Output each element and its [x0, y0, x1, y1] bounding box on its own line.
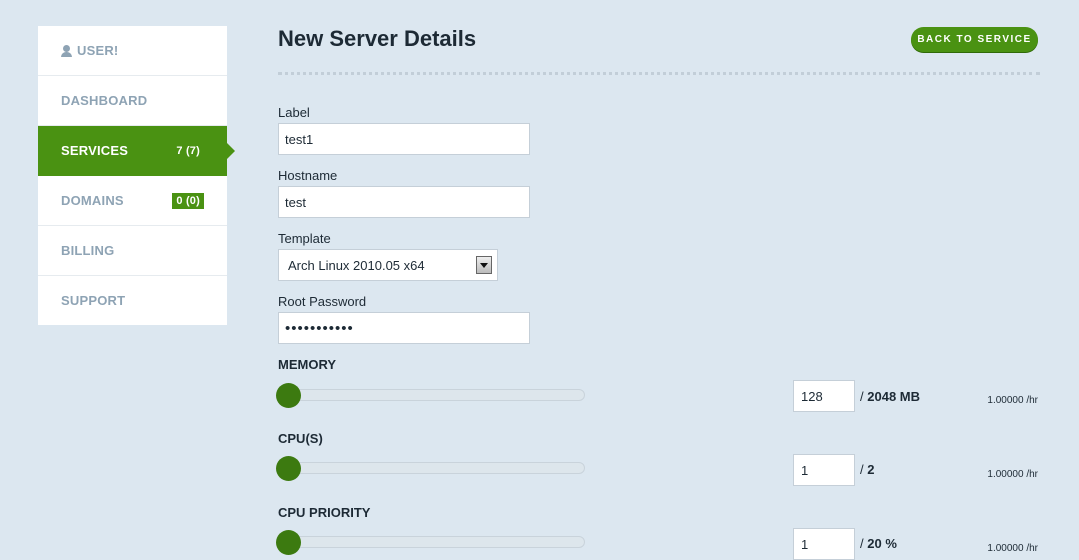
cpus-slider[interactable] — [276, 456, 585, 481]
memory-input[interactable]: 128 — [793, 380, 855, 412]
memory-rate: 1.00000 /hr — [987, 395, 1038, 406]
root-password-field-label: Root Password — [278, 294, 367, 309]
cpus-max-separator: / — [860, 462, 864, 477]
cpu-priority-slider[interactable] — [276, 530, 585, 555]
chevron-down-icon[interactable] — [476, 256, 492, 274]
sidebar-item-billing[interactable]: BILLING — [38, 226, 227, 276]
cpu-priority-title: CPU PRIORITY — [278, 505, 371, 520]
sidebar-item-support[interactable]: SUPPORT — [38, 276, 227, 325]
cpus-max-value: 2 — [867, 462, 875, 477]
sidebar-item-domains[interactable]: DOMAINS 0 (0) — [38, 176, 227, 226]
sidebar-item-label: DOMAINS — [61, 193, 124, 208]
sidebar-item-services[interactable]: SERVICES 7 (7) — [38, 126, 235, 176]
user-label: USER! — [61, 43, 118, 58]
cpu-priority-max: / 20 % — [860, 536, 897, 551]
label-input[interactable]: test1 — [278, 123, 530, 155]
cpus-max: / 2 — [860, 462, 874, 477]
sidebar-item-user[interactable]: USER! — [38, 26, 227, 76]
memory-title: MEMORY — [278, 357, 337, 372]
template-selected-value: Arch Linux 2010.05 x64 — [288, 257, 425, 273]
cpu-priority-input[interactable]: 1 — [793, 528, 855, 560]
back-to-service-button[interactable]: BACK TO SERVICE — [911, 27, 1038, 52]
memory-slider-handle[interactable] — [276, 383, 301, 408]
template-select[interactable]: Arch Linux 2010.05 x64 — [278, 249, 498, 281]
hostname-input[interactable]: test — [278, 186, 530, 218]
divider — [278, 72, 1040, 75]
cpus-rate: 1.00000 /hr — [987, 469, 1038, 480]
cpus-title: CPU(S) — [278, 431, 323, 446]
cpu-priority-max-separator: / — [860, 536, 864, 551]
memory-slider[interactable] — [276, 383, 585, 408]
hostname-field-label: Hostname — [278, 168, 338, 183]
label-field-label: Label — [278, 105, 310, 120]
sidebar: USER! DASHBOARD SERVICES 7 (7) DOMAINS 0… — [38, 26, 235, 325]
memory-max: / 2048 MB — [860, 389, 920, 404]
sidebar-item-label: SERVICES — [61, 143, 129, 158]
user-icon — [61, 44, 72, 57]
cpu-priority-slider-handle[interactable] — [276, 530, 301, 555]
domains-count-badge: 0 (0) — [172, 192, 204, 209]
sidebar-item-label: BILLING — [61, 243, 115, 258]
sidebar-item-label: DASHBOARD — [61, 93, 148, 108]
services-count-badge: 7 (7) — [176, 144, 200, 157]
page-title: New Server Details — [278, 26, 477, 51]
sidebar-item-label: USER! — [77, 43, 119, 58]
sidebar-item-label: SUPPORT — [61, 293, 126, 308]
template-field-label: Template — [278, 231, 331, 246]
cpu-priority-max-value: 20 % — [867, 536, 897, 551]
memory-max-separator: / — [860, 389, 864, 404]
sidebar-item-dashboard[interactable]: DASHBOARD — [38, 76, 227, 126]
cpu-priority-rate: 1.00000 /hr — [987, 543, 1038, 554]
cpus-input[interactable]: 1 — [793, 454, 855, 486]
cpus-slider-handle[interactable] — [276, 456, 301, 481]
root-password-input[interactable]: ••••••••••• — [278, 312, 530, 344]
memory-max-value: 2048 MB — [867, 389, 920, 404]
